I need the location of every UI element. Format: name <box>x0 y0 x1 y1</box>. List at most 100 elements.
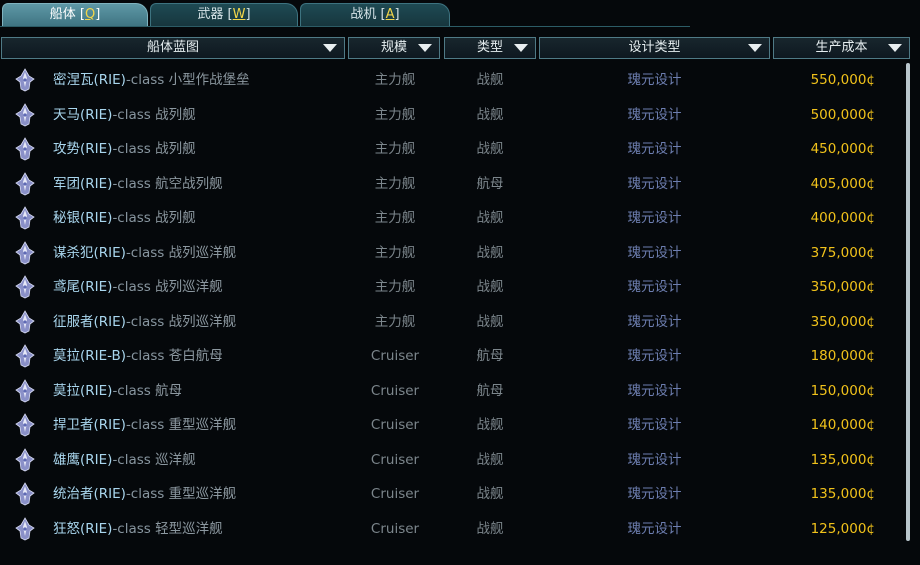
hull-name: 密涅瓦(RIE) <box>53 72 126 88</box>
table-row[interactable]: 狂怒(RIE)-class 轻型巡洋舰 Cruiser 战舰 瑰元设计 125,000¢ <box>0 512 905 547</box>
hull-class-suffix: -class <box>125 244 165 261</box>
tab-hotkey: A <box>385 7 395 22</box>
scrollbar-thumb[interactable] <box>906 63 910 541</box>
hull-name-cell: 秘银(RIE)-class 战列舰 <box>53 201 196 236</box>
hull-name-cell: 征服者(RIE)-class 战列巡洋舰 <box>53 305 236 340</box>
hull-production-cost: 400,000¢ <box>810 210 875 226</box>
table-row[interactable]: 攻势(RIE)-class 战列舰 主力舰 战舰 瑰元设计 450,000¢ <box>0 132 905 167</box>
ship-icon <box>12 201 38 236</box>
ship-icon <box>12 477 38 512</box>
header-label: 生产成本 <box>815 40 868 55</box>
hull-description: 战列舰 <box>150 210 196 226</box>
sort-arrow-icon <box>888 44 902 52</box>
hull-production-cost: 135,000¢ <box>810 451 875 468</box>
hull-name: 谋杀犯(RIE) <box>53 244 126 261</box>
table-row[interactable]: 军团(RIE)-class 航空战列舰 主力舰 航母 瑰元设计 405,000¢ <box>0 167 905 202</box>
hull-class-suffix: -class <box>125 72 165 88</box>
hull-size: Cruiser <box>370 417 420 433</box>
hull-description: 航母 <box>150 382 183 399</box>
table-row[interactable]: 秘银(RIE)-class 战列舰 主力舰 战舰 瑰元设计 400,000¢ <box>0 201 905 236</box>
hull-description: 战列巡洋舰 <box>150 279 223 295</box>
hull-type: 战舰 <box>476 106 504 123</box>
table-row[interactable]: 鸢尾(RIE)-class 战列巡洋舰 主力舰 战舰 瑰元设计 350,000¢ <box>0 270 905 305</box>
hull-description: 苍白航母 <box>164 348 223 364</box>
header-label: 设计类型 <box>628 40 681 55</box>
table-row[interactable]: 统治者(RIE)-class 重型巡洋舰 Cruiser 战舰 瑰元设计 135,000… <box>0 477 905 512</box>
hull-size: 主力舰 <box>374 313 416 330</box>
tab-hotkey: Q <box>84 7 96 22</box>
hull-name-cell: 捍卫者(RIE)-class 重型巡洋舰 <box>53 408 236 443</box>
hull-size: 主力舰 <box>374 106 416 123</box>
table-row[interactable]: 天马(RIE)-class 战列舰 主力舰 战舰 瑰元设计 500,000¢ <box>0 98 905 133</box>
table-row[interactable]: 密涅瓦(RIE)-class 小型作战堡垒 主力舰 战舰 瑰元设计 550,000¢ <box>0 63 905 98</box>
ship-icon <box>12 374 38 409</box>
ship-icon <box>12 408 38 443</box>
tab-hulls[interactable]: 船体 [Q] <box>2 3 148 26</box>
table-row[interactable]: 捍卫者(RIE)-class 重型巡洋舰 Cruiser 战舰 瑰元设计 140,000… <box>0 408 905 443</box>
ship-icon <box>12 270 38 305</box>
hull-production-cost: 125,000¢ <box>810 520 875 537</box>
hull-name: 莫拉(RIE) <box>53 382 113 399</box>
ship-icon <box>12 443 38 478</box>
column-header-hull-blueprint[interactable]: 船体蓝图 <box>1 37 345 59</box>
tab-label: 船体 [ <box>49 7 85 22</box>
hull-production-cost: 500,000¢ <box>810 106 875 123</box>
ship-icon <box>12 132 38 167</box>
hull-production-cost: 550,000¢ <box>810 72 875 88</box>
hull-class-suffix: -class <box>126 348 165 364</box>
hull-design-type: 瑰元设计 <box>627 520 682 537</box>
ship-icon <box>12 167 38 202</box>
hull-description: 小型作战堡垒 <box>164 72 250 88</box>
column-header-design-type[interactable]: 设计类型 <box>539 37 770 59</box>
tab-divider-line <box>0 26 690 27</box>
table-row[interactable]: 莫拉(RIE-B)-class 苍白航母 Cruiser 航母 瑰元设计 180,000… <box>0 339 905 374</box>
hull-design-type: 瑰元设计 <box>627 244 682 261</box>
hull-class-suffix: -class <box>112 279 151 295</box>
hull-class-suffix: -class <box>112 210 151 226</box>
hull-production-cost: 135,000¢ <box>810 486 875 502</box>
hull-design-type: 瑰元设计 <box>627 141 682 157</box>
hull-design-type: 瑰元设计 <box>627 175 682 192</box>
sort-arrow-icon <box>323 44 337 52</box>
hull-class-suffix: -class <box>112 382 151 399</box>
sort-arrow-icon <box>418 44 432 52</box>
hull-type: 航母 <box>476 175 504 192</box>
hull-type: 航母 <box>476 348 504 364</box>
hull-class-suffix: -class <box>112 451 151 468</box>
column-header-size[interactable]: 规模 <box>348 37 440 59</box>
table-row[interactable]: 谋杀犯(RIE)-class 战列巡洋舰 主力舰 战舰 瑰元设计 375,000¢ <box>0 236 905 271</box>
hull-type: 战舰 <box>476 417 504 433</box>
hull-description: 战列巡洋舰 <box>164 244 237 261</box>
hull-production-cost: 375,000¢ <box>810 244 875 261</box>
hull-design-type: 瑰元设计 <box>627 313 682 330</box>
hull-name: 征服者(RIE) <box>53 313 126 330</box>
hull-production-cost: 350,000¢ <box>810 279 875 295</box>
hull-size: Cruiser <box>370 520 420 537</box>
hull-description: 战列巡洋舰 <box>164 313 237 330</box>
ship-icon <box>12 236 38 271</box>
hull-name: 统治者(RIE) <box>53 486 126 502</box>
tab-hotkey: W <box>232 7 246 22</box>
table-row[interactable]: 征服者(RIE)-class 战列巡洋舰 主力舰 战舰 瑰元设计 350,000¢ <box>0 305 905 340</box>
tab-weapons[interactable]: 武器 [W] <box>150 3 298 26</box>
column-header-production-cost[interactable]: 生产成本 <box>773 37 910 59</box>
hull-design-type: 瑰元设计 <box>627 279 682 295</box>
hull-name: 天马(RIE) <box>53 106 113 123</box>
tab-fighters[interactable]: 战机 [A] <box>300 3 450 26</box>
hull-design-type: 瑰元设计 <box>627 72 682 88</box>
table-row[interactable]: 莫拉(RIE)-class 航母 Cruiser 航母 瑰元设计 150,000¢ <box>0 374 905 409</box>
column-header-type[interactable]: 类型 <box>444 37 536 59</box>
hull-description: 轻型巡洋舰 <box>150 520 223 537</box>
table-row[interactable]: 雄鹰(RIE)-class 巡洋舰 Cruiser 战舰 瑰元设计 135,000¢ <box>0 443 905 478</box>
hull-name: 攻势(RIE) <box>53 141 113 157</box>
hull-name: 秘银(RIE) <box>53 210 113 226</box>
sort-arrow-icon <box>514 44 528 52</box>
hull-production-cost: 350,000¢ <box>810 313 875 330</box>
hull-name: 狂怒(RIE) <box>53 520 113 537</box>
hull-type: 战舰 <box>476 313 504 330</box>
sort-arrow-icon <box>748 44 762 52</box>
hull-description: 重型巡洋舰 <box>164 417 237 433</box>
hull-size: 主力舰 <box>374 210 416 226</box>
hull-name-cell: 谋杀犯(RIE)-class 战列巡洋舰 <box>53 236 236 271</box>
hull-name-cell: 攻势(RIE)-class 战列舰 <box>53 132 196 167</box>
